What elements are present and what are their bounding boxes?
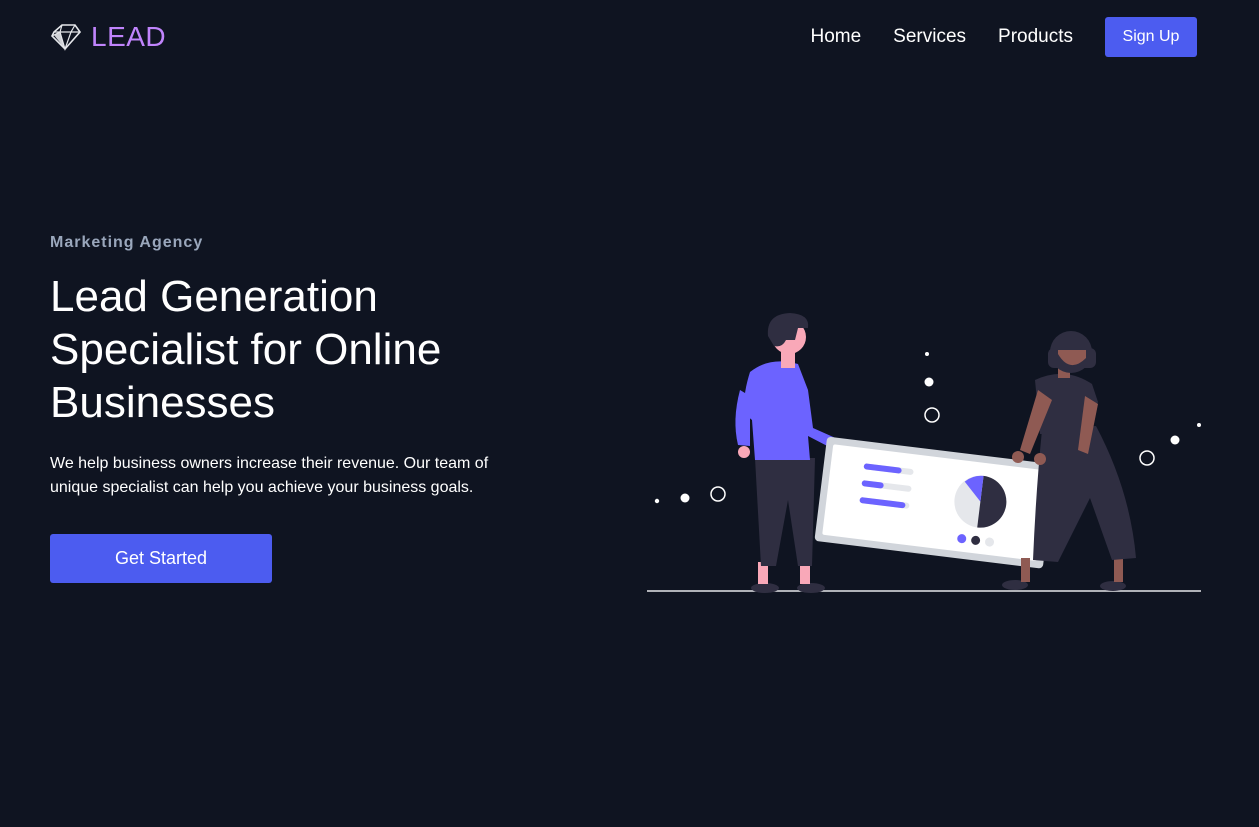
hero-description: We help business owners increase their r…: [50, 455, 489, 496]
brand-name: LEAD: [91, 21, 167, 52]
diamond-logo-icon: [51, 23, 81, 51]
get-started-button[interactable]: Get Started: [50, 534, 272, 583]
signup-button[interactable]: Sign Up: [1105, 17, 1197, 57]
nav-services-link[interactable]: Services: [893, 17, 966, 57]
nav-products-link[interactable]: Products: [998, 17, 1073, 57]
hero-headline: Lead Generation Specialist for Online Bu…: [50, 272, 442, 427]
analytics-illustration: [640, 300, 1210, 600]
hero-section: Marketing Agency Lead Generation Special…: [50, 234, 520, 583]
site-header: LEAD Home Services Products Sign Up: [0, 0, 1259, 76]
brand-logo[interactable]: LEAD: [51, 20, 166, 54]
nav-home-link[interactable]: Home: [810, 17, 861, 57]
hero-tagline: Marketing Agency: [50, 234, 204, 251]
main-nav: Home Services Products Sign Up: [810, 17, 1197, 57]
